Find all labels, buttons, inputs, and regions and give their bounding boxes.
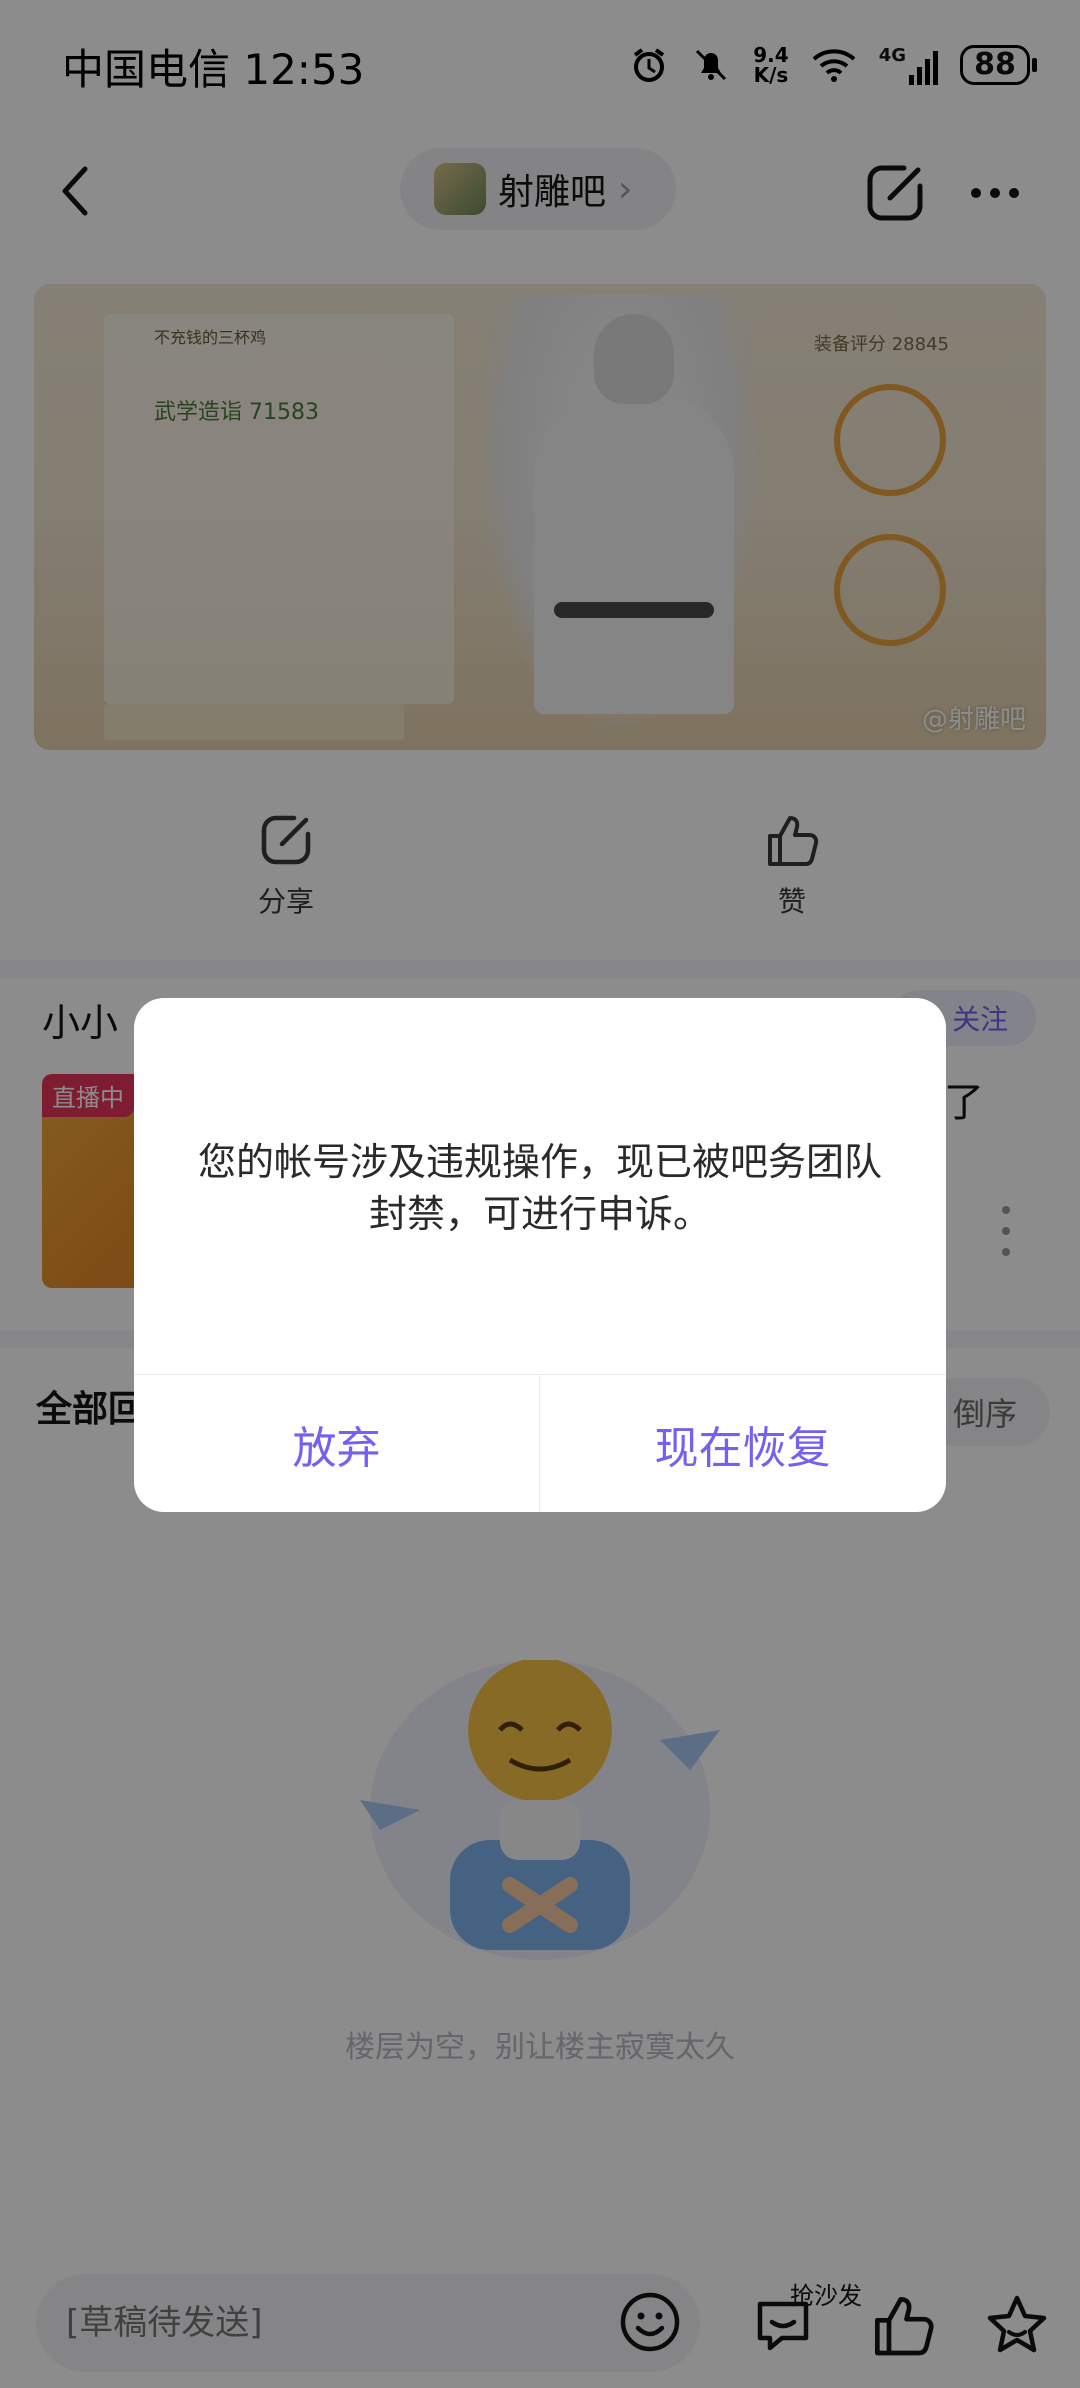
abandon-button[interactable]: 放弃	[134, 1375, 539, 1512]
restore-now-button[interactable]: 现在恢复	[540, 1375, 945, 1512]
ban-dialog: 您的帐号涉及违规操作，现已被吧务团队封禁，可进行申诉。 放弃 现在恢复	[134, 998, 946, 1512]
dialog-message: 您的帐号涉及违规操作，现已被吧务团队封禁，可进行申诉。	[197, 1140, 882, 1236]
